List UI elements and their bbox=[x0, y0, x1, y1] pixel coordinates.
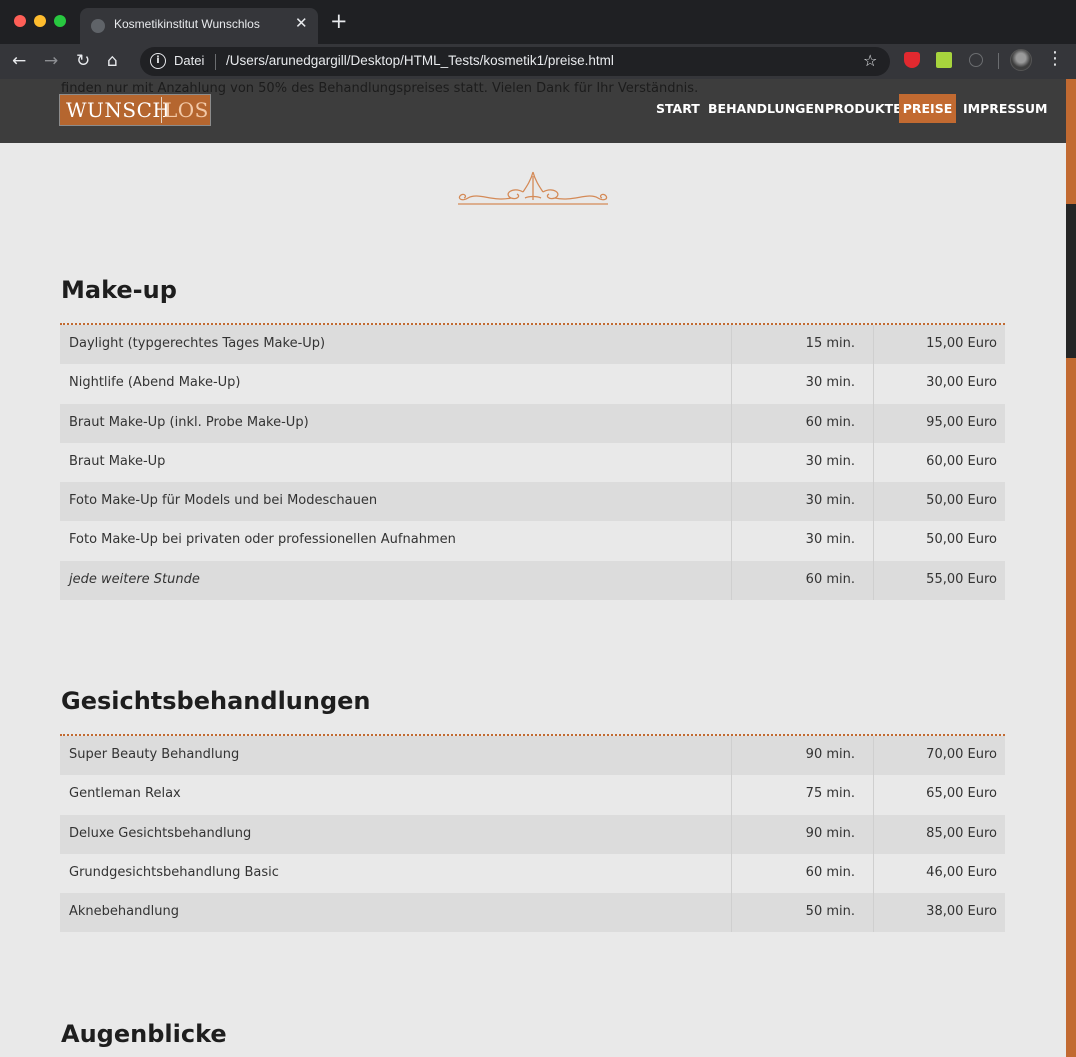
price-row: Braut Make-Up (inkl. Probe Make-Up) 60 mi… bbox=[60, 403, 1005, 443]
treatment-name: Nightlife (Abend Make-Up) bbox=[69, 375, 241, 391]
site-header: finden nur mit Anzahlung von 50% des Beh… bbox=[0, 79, 1066, 143]
browser-toolbar: ← → ↻ ⌂ i Datei /Users/arunedgargill/Des… bbox=[0, 44, 1076, 79]
clock-extension-icon[interactable] bbox=[969, 53, 983, 67]
treatment-name: Aknebehandlung bbox=[69, 904, 179, 920]
nav-impressum[interactable]: IMPRESSUM bbox=[963, 94, 1047, 123]
minimize-window-button[interactable] bbox=[34, 15, 46, 27]
site-logo[interactable]: WUNSCH LOS bbox=[59, 94, 211, 126]
forward-arrow-icon[interactable]: → bbox=[44, 50, 58, 72]
treatment-price: 95,00 Euro bbox=[926, 414, 997, 430]
treatment-price: 65,00 Euro bbox=[926, 786, 997, 802]
info-icon[interactable]: i bbox=[150, 53, 166, 69]
address-divider bbox=[215, 54, 216, 70]
price-table-gesichtsbehandlungen: Super Beauty Behandlung 90 min. 70,00 Euro… bbox=[60, 736, 1005, 933]
reload-icon[interactable]: ↻ bbox=[76, 50, 90, 72]
address-url[interactable]: /Users/arunedgargill/Desktop/HTML_Tests/… bbox=[226, 53, 614, 68]
treatment-duration: 30 min. bbox=[805, 532, 855, 548]
browser-tab[interactable]: Kosmetikinstitut Wunschlos ✕ bbox=[80, 8, 318, 44]
treatment-name: Grundgesichtsbehandlung Basic bbox=[69, 864, 279, 880]
price-table-make-up: Daylight (typgerechtes Tages Make-Up) 15 … bbox=[60, 325, 1005, 601]
price-row: Foto Make-Up für Models und bei Modescha… bbox=[60, 482, 1005, 522]
treatment-price: 50,00 Euro bbox=[926, 493, 997, 509]
price-row: Braut Make-Up 30 min. 60,00 Euro bbox=[60, 442, 1005, 483]
treatment-price: 70,00 Euro bbox=[926, 747, 997, 762]
toolbar-divider bbox=[998, 53, 999, 69]
home-icon[interactable]: ⌂ bbox=[107, 50, 118, 72]
green-extension-icon[interactable] bbox=[936, 52, 952, 68]
treatment-duration: 90 min. bbox=[805, 747, 855, 762]
section-title-make-up: Make-up bbox=[61, 276, 177, 304]
globe-icon bbox=[91, 19, 105, 33]
treatment-duration: 75 min. bbox=[805, 786, 855, 802]
section-title-gesichtsbehandlungen: Gesichtsbehandlungen bbox=[61, 687, 371, 715]
treatment-duration: 30 min. bbox=[805, 375, 855, 391]
shield-extension-icon[interactable] bbox=[904, 52, 920, 68]
nav-preise[interactable]: PREISE bbox=[899, 94, 956, 123]
price-row: Grundgesichtsbehandlung Basic 60 min. 46,0… bbox=[60, 853, 1005, 894]
treatment-price: 85,00 Euro bbox=[926, 825, 997, 841]
logo-text-wunsch: WUNSCH bbox=[66, 98, 171, 122]
price-row: Deluxe Gesichtsbehandlung 90 min. 85,00 Eu… bbox=[60, 814, 1005, 854]
treatment-price: 30,00 Euro bbox=[926, 375, 997, 391]
profile-avatar[interactable] bbox=[1010, 49, 1032, 71]
price-row: Super Beauty Behandlung 90 min. 70,00 Euro bbox=[60, 736, 1005, 776]
treatment-duration: 60 min. bbox=[805, 414, 855, 430]
price-row: Gentleman Relax 75 min. 65,00 Euro bbox=[60, 775, 1005, 815]
tab-title: Kosmetikinstitut Wunschlos bbox=[114, 17, 260, 31]
treatment-duration: 15 min. bbox=[805, 336, 855, 351]
new-tab-icon[interactable]: + bbox=[330, 11, 348, 32]
treatment-price: 15,00 Euro bbox=[926, 336, 997, 351]
close-window-button[interactable] bbox=[14, 15, 26, 27]
treatment-price: 46,00 Euro bbox=[926, 864, 997, 880]
treatment-duration: 30 min. bbox=[805, 493, 855, 509]
treatment-name: Foto Make-Up für Models und bei Modescha… bbox=[69, 493, 378, 509]
treatment-duration: 50 min. bbox=[805, 904, 855, 920]
treatment-name: Braut Make-Up (inkl. Probe Make-Up) bbox=[69, 414, 309, 430]
price-row: Daylight (typgerechtes Tages Make-Up) 15 … bbox=[60, 325, 1005, 365]
price-row: Foto Make-Up bei privaten oder professio… bbox=[60, 521, 1005, 561]
treatment-duration: 60 min. bbox=[805, 864, 855, 880]
browser-tab-bar: Kosmetikinstitut Wunschlos ✕ + bbox=[0, 0, 1076, 44]
flourish-ornament bbox=[458, 171, 608, 205]
address-bar[interactable]: i Datei /Users/arunedgargill/Desktop/HTM… bbox=[140, 47, 890, 76]
bookmark-star-icon[interactable]: ☆ bbox=[863, 51, 877, 70]
section-title-augenblicke: Augenblicke bbox=[61, 1020, 227, 1048]
treatment-price: 50,00 Euro bbox=[926, 532, 997, 548]
nav-behandlungen[interactable]: BEHANDLUNGEN bbox=[708, 94, 824, 123]
treatment-duration: 30 min. bbox=[805, 453, 855, 469]
treatment-price: 38,00 Euro bbox=[926, 904, 997, 920]
price-row: Nightlife (Abend Make-Up) 30 min. 30,00 Eu… bbox=[60, 364, 1005, 404]
price-row: jede weitere Stunde 60 min. 55,00 Euro bbox=[60, 560, 1005, 601]
treatment-duration: 90 min. bbox=[805, 825, 855, 841]
nav-start[interactable]: START bbox=[656, 94, 700, 123]
treatment-name: jede weitere Stunde bbox=[69, 571, 200, 587]
nav-produkte[interactable]: PRODUKTE bbox=[825, 94, 902, 123]
treatment-name: Deluxe Gesichtsbehandlung bbox=[69, 825, 252, 841]
treatment-price: 55,00 Euro bbox=[926, 571, 997, 587]
logo-text-los: LOS bbox=[164, 98, 209, 122]
page-scrollbar-thumb[interactable] bbox=[1066, 204, 1076, 358]
price-row: Aknebehandlung 50 min. 38,00 Euro bbox=[60, 893, 1005, 933]
back-arrow-icon[interactable]: ← bbox=[12, 50, 26, 72]
treatment-name: Foto Make-Up bei privaten oder professio… bbox=[69, 532, 456, 548]
treatment-name: Super Beauty Behandlung bbox=[69, 747, 240, 762]
maximize-window-button[interactable] bbox=[54, 15, 66, 27]
treatment-name: Daylight (typgerechtes Tages Make-Up) bbox=[69, 336, 326, 351]
kebab-menu-icon[interactable]: ⋮ bbox=[1046, 48, 1064, 70]
close-tab-icon[interactable]: ✕ bbox=[295, 14, 308, 32]
treatment-name: Braut Make-Up bbox=[69, 453, 166, 469]
treatment-price: 60,00 Euro bbox=[926, 453, 997, 469]
address-scheme: Datei bbox=[174, 53, 205, 68]
treatment-duration: 60 min. bbox=[805, 571, 855, 587]
logo-divider bbox=[161, 97, 162, 123]
treatment-name: Gentleman Relax bbox=[69, 786, 181, 802]
